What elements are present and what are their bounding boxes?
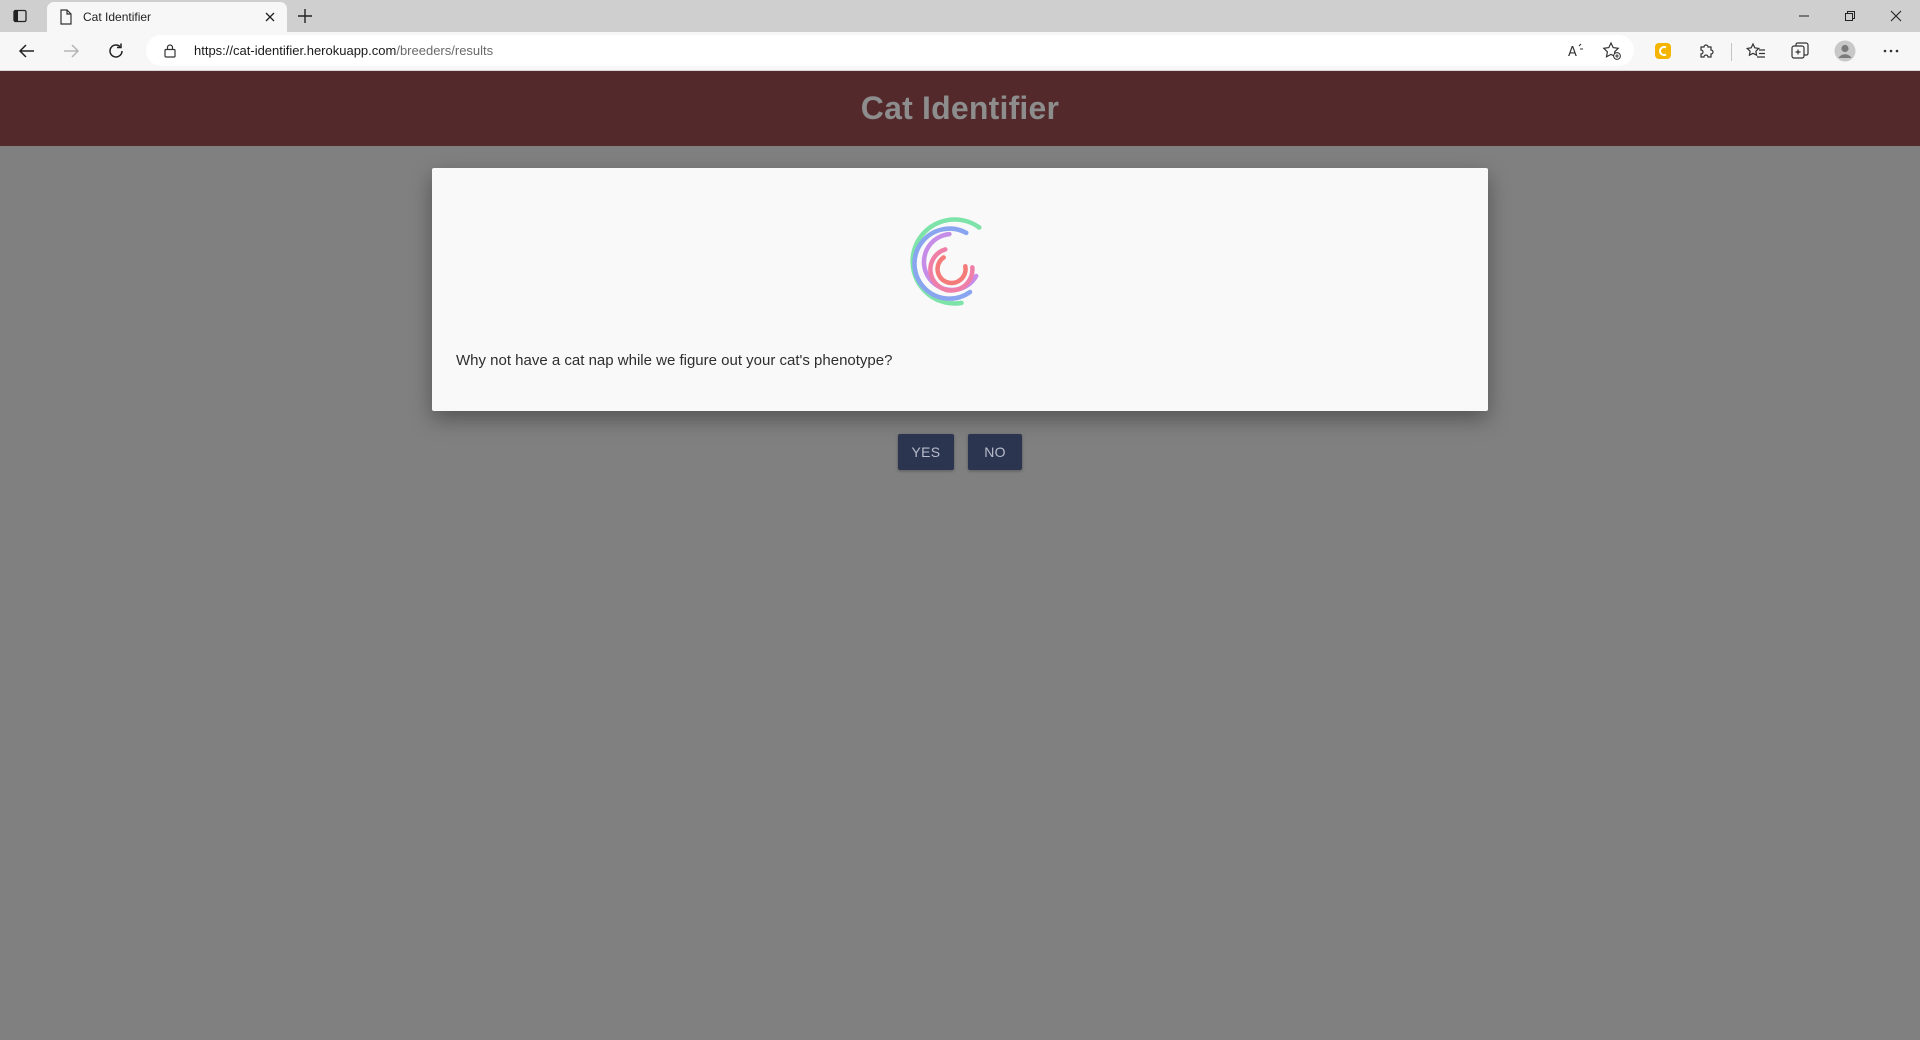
- collections-icon[interactable]: [1789, 40, 1811, 62]
- extensions-puzzle-icon[interactable]: [1696, 40, 1718, 62]
- close-tab-icon[interactable]: [263, 10, 277, 24]
- yes-button[interactable]: YES: [898, 434, 954, 470]
- read-aloud-icon[interactable]: A: [1565, 40, 1587, 62]
- lock-icon[interactable]: [163, 43, 177, 58]
- profile-avatar-icon[interactable]: [1834, 40, 1856, 62]
- back-icon[interactable]: [15, 39, 39, 63]
- extension-icon[interactable]: [1652, 40, 1674, 62]
- restore-icon[interactable]: [1827, 0, 1873, 32]
- page-icon: [59, 9, 73, 25]
- tab-actions-icon[interactable]: [12, 8, 28, 24]
- minimize-icon[interactable]: [1781, 0, 1827, 32]
- url-text[interactable]: https://cat-identifier.herokuapp.com/bre…: [194, 43, 493, 58]
- forward-icon: [59, 39, 83, 63]
- refresh-icon[interactable]: [104, 39, 128, 63]
- dialog-message: Why not have a cat nap while we figure o…: [456, 352, 893, 369]
- svg-text:A: A: [1568, 45, 1577, 60]
- address-bar[interactable]: https://cat-identifier.herokuapp.com/bre…: [146, 35, 1634, 66]
- close-window-icon[interactable]: [1873, 0, 1919, 32]
- site-title: Cat Identifier: [860, 90, 1060, 126]
- tab-title: Cat Identifier: [83, 10, 152, 24]
- new-tab-icon[interactable]: [296, 7, 314, 25]
- url-path: /breeders/results: [396, 43, 494, 58]
- url-host: https://cat-identifier.herokuapp.com: [194, 43, 397, 58]
- favorites-icon[interactable]: [1745, 40, 1767, 62]
- loading-spinner-icon: [902, 212, 1002, 312]
- browser-tab-bar: Cat Identifier: [0, 0, 1920, 32]
- toolbar-divider: [1731, 43, 1732, 61]
- add-favorite-icon[interactable]: [1601, 40, 1623, 62]
- browser-tab[interactable]: Cat Identifier: [47, 2, 287, 32]
- browser-toolbar: https://cat-identifier.herokuapp.com/bre…: [0, 32, 1920, 71]
- no-button[interactable]: NO: [968, 434, 1022, 470]
- site-header: Cat Identifier: [0, 71, 1920, 146]
- more-options-icon[interactable]: [1880, 40, 1902, 62]
- loading-dialog: Why not have a cat nap while we figure o…: [432, 168, 1488, 411]
